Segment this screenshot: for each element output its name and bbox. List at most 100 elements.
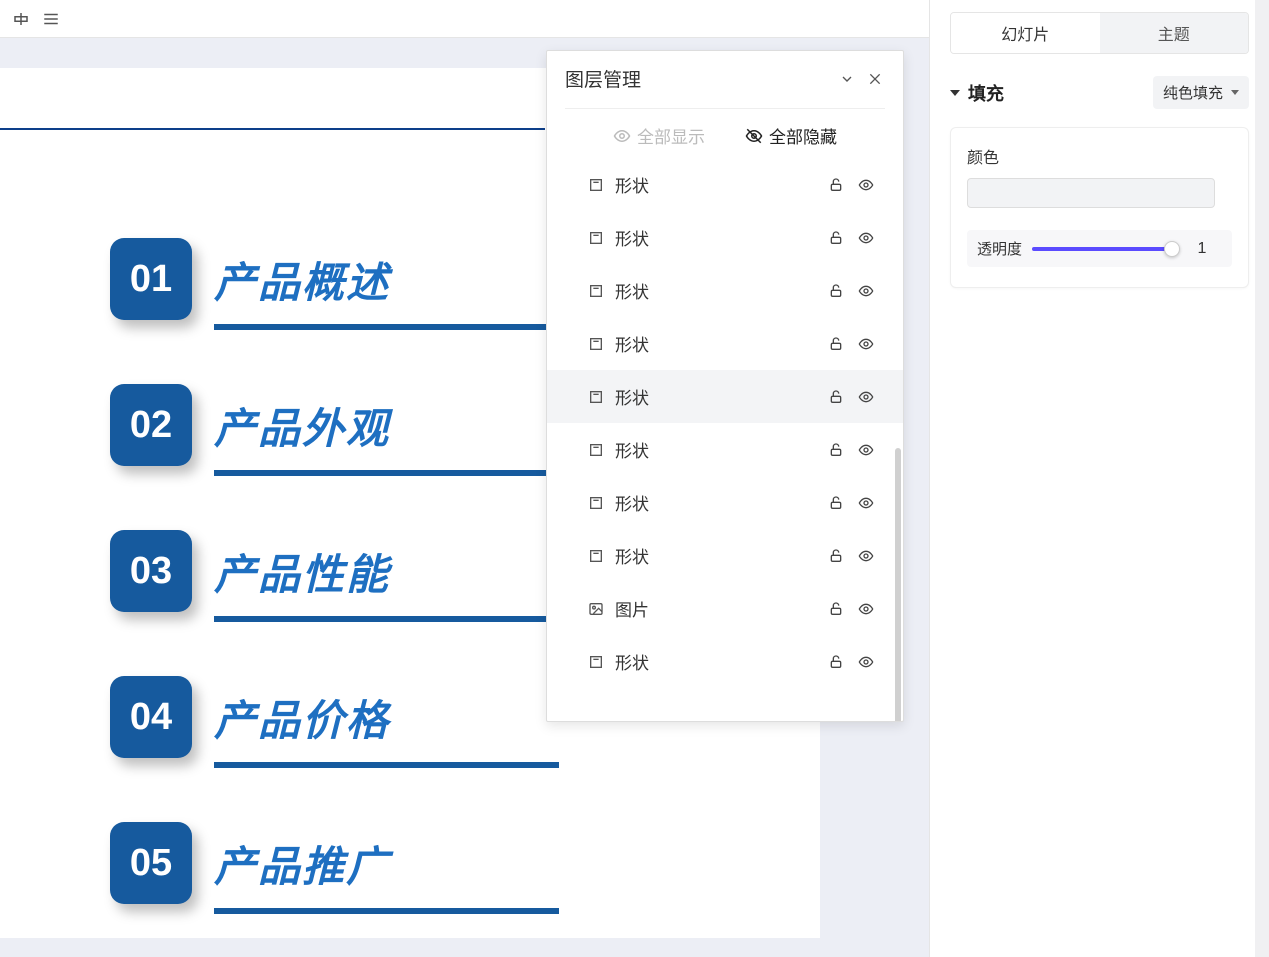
layer-panel: 图层管理 全部显示 全部隐藏 形状形状形状形状形状形状形状形状图片形状 [546,50,904,722]
collapse-icon[interactable] [837,69,857,89]
opacity-input[interactable] [1182,240,1222,258]
layer-name: 图片 [615,596,827,621]
visibility-icon[interactable] [857,335,875,353]
toc-number: 03 [110,530,192,612]
toc-underline [214,908,559,914]
layer-name: 形状 [615,331,827,356]
unlock-icon[interactable] [827,653,845,671]
hide-all-label: 全部隐藏 [769,123,837,148]
properties-tabs: 幻灯片 主题 [950,12,1249,54]
visibility-icon[interactable] [857,653,875,671]
align-middle-icon[interactable] [12,10,30,28]
toc-underline [214,470,559,476]
eye-off-icon [745,127,763,145]
unlock-icon[interactable] [827,282,845,300]
toc-label: 产品概述 [214,249,390,310]
unlock-icon[interactable] [827,335,845,353]
layer-row[interactable]: 形状 [547,211,903,264]
opacity-slider[interactable] [1032,247,1172,251]
toc-label: 产品性能 [214,541,390,602]
shape-icon [587,282,605,300]
close-icon[interactable] [865,69,885,89]
layer-row[interactable]: 形状 [547,476,903,529]
visibility-icon[interactable] [857,441,875,459]
opacity-row: 透明度 [967,230,1232,267]
layer-name: 形状 [615,649,827,674]
image-icon [587,600,605,618]
fill-type-select[interactable]: 纯色填充 [1153,76,1249,109]
color-swatch[interactable] [967,178,1215,208]
visibility-icon[interactable] [857,388,875,406]
unlock-icon[interactable] [827,176,845,194]
fill-type-value: 纯色填充 [1163,82,1223,103]
toc-number: 05 [110,822,192,904]
toc-number: 04 [110,676,192,758]
unlock-icon[interactable] [827,494,845,512]
layer-name: 形状 [615,172,827,197]
layer-name: 形状 [615,278,827,303]
show-all-label: 全部显示 [637,123,705,148]
tab-theme[interactable]: 主题 [1100,13,1249,53]
visibility-icon[interactable] [857,494,875,512]
eye-icon [613,127,631,145]
toc-label: 产品推广 [214,833,390,894]
layer-row[interactable]: 形状 [547,370,903,423]
shape-icon [587,653,605,671]
unlock-icon[interactable] [827,547,845,565]
toc-underline [214,616,559,622]
color-label: 颜色 [967,144,1232,168]
shape-icon [587,547,605,565]
fill-card: 颜色 透明度 [950,127,1249,288]
toc-number: 01 [110,238,192,320]
toc-underline [214,762,559,768]
show-all-button[interactable]: 全部显示 [613,123,705,148]
toc-item-1[interactable]: 01 产品概述 [110,238,390,320]
toc-item-3[interactable]: 03 产品性能 [110,530,390,612]
layer-name: 形状 [615,437,827,462]
tab-slide[interactable]: 幻灯片 [951,13,1100,53]
layer-row[interactable]: 形状 [547,423,903,476]
unlock-icon[interactable] [827,441,845,459]
shape-icon [587,441,605,459]
layer-panel-title: 图层管理 [565,65,641,92]
layer-name: 形状 [615,384,827,409]
unlock-icon[interactable] [827,229,845,247]
unlock-icon[interactable] [827,388,845,406]
toc-label: 产品价格 [214,687,390,748]
layer-list: 形状形状形状形状形状形状形状形状图片形状 [547,158,903,721]
toc-list: 01 产品概述 02 产品外观 03 产品性能 04 产品价格 05 产 [110,238,390,904]
visibility-icon[interactable] [857,176,875,194]
opacity-label: 透明度 [977,238,1022,259]
layer-row[interactable]: 形状 [547,158,903,211]
visibility-icon[interactable] [857,229,875,247]
unlock-icon[interactable] [827,600,845,618]
layer-row[interactable]: 形状 [547,635,903,688]
scrollbar[interactable] [895,448,901,721]
layer-row[interactable]: 形状 [547,264,903,317]
toc-label: 产品外观 [214,395,390,456]
toc-underline [214,324,559,330]
shape-icon [587,388,605,406]
shape-icon [587,229,605,247]
layer-name: 形状 [615,490,827,515]
right-scrollbar[interactable] [1255,0,1269,957]
slide-top-rule [0,128,545,130]
fill-section-label[interactable]: 填充 [950,80,1004,106]
layer-row[interactable]: 图片 [547,582,903,635]
properties-panel: 幻灯片 主题 填充 纯色填充 颜色 透明度 [929,0,1269,957]
toc-item-5[interactable]: 05 产品推广 [110,822,390,904]
layer-row[interactable]: 形状 [547,317,903,370]
layer-row[interactable]: 形状 [547,529,903,582]
visibility-icon[interactable] [857,600,875,618]
toc-item-4[interactable]: 04 产品价格 [110,676,390,758]
layer-name: 形状 [615,543,827,568]
layer-name: 形状 [615,225,827,250]
toc-item-2[interactable]: 02 产品外观 [110,384,390,466]
visibility-icon[interactable] [857,282,875,300]
toc-number: 02 [110,384,192,466]
slider-thumb[interactable] [1164,241,1180,257]
hide-all-button[interactable]: 全部隐藏 [745,123,837,148]
visibility-icon[interactable] [857,547,875,565]
shape-icon [587,335,605,353]
align-distribute-icon[interactable] [42,10,60,28]
